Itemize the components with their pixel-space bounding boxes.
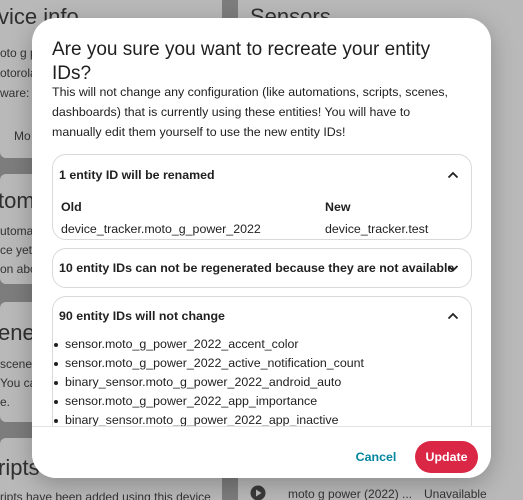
unchanged-panel-header[interactable]: 90 entity IDs will not change xyxy=(59,304,465,328)
scenes-line: You ca xyxy=(0,376,37,390)
new-column-header: New xyxy=(325,200,351,214)
chevron-up-icon[interactable] xyxy=(445,308,461,324)
chevron-up-icon[interactable] xyxy=(445,167,461,183)
list-item: binary_sensor.moto_g_power_2022_android_… xyxy=(54,373,459,392)
chevron-down-icon[interactable] xyxy=(445,260,461,276)
old-column-header: Old xyxy=(61,200,82,214)
dialog-title: Are you sure you want to recreate your e… xyxy=(52,39,431,84)
new-entity-id: device_tracker.test xyxy=(325,222,429,236)
cancel-button[interactable]: Cancel xyxy=(342,441,410,473)
entity-row-state: Unavailable xyxy=(424,487,487,500)
dialog-content[interactable]: This will not change any configuration (… xyxy=(52,82,472,440)
renamed-panel: 1 entity ID will be renamed Old New devi… xyxy=(52,154,472,240)
unavailable-panel-header[interactable]: 10 entity IDs can not be regenerated bec… xyxy=(59,256,465,280)
renamed-panel-header[interactable]: 1 entity ID will be renamed xyxy=(59,163,465,187)
list-item: sensor.moto_g_power_2022_accent_color xyxy=(54,335,459,354)
unchanged-entity-list: sensor.moto_g_power_2022_accent_color se… xyxy=(54,335,459,430)
play-circle-icon xyxy=(250,485,266,500)
unchanged-panel-title: 90 entity IDs will not change xyxy=(59,309,225,323)
dialog-description: This will not change any configuration (… xyxy=(52,85,449,139)
old-entity-id: device_tracker.moto_g_power_2022 xyxy=(61,222,261,236)
automations-line: ce yet. xyxy=(0,243,36,257)
list-item: sensor.moto_g_power_2022_app_importance xyxy=(54,392,459,411)
dialog-actions: Cancel Update xyxy=(32,426,491,478)
unchanged-panel: 90 entity IDs will not change sensor.mot… xyxy=(52,296,472,440)
scenes-line: e. xyxy=(0,395,11,409)
entity-row-name[interactable]: moto g power (2022) ... xyxy=(288,487,412,500)
automations-title: tom xyxy=(0,188,35,213)
update-button[interactable]: Update xyxy=(415,441,478,473)
unavailable-panel: 10 entity IDs can not be regenerated bec… xyxy=(52,248,472,288)
scripts-line: ripts have been added using this device xyxy=(0,490,211,500)
unavailable-panel-title: 10 entity IDs can not be regenerated bec… xyxy=(59,261,455,275)
list-item: sensor.moto_g_power_2022_active_notifica… xyxy=(54,354,459,373)
device-info-button[interactable]: Mo xyxy=(14,129,31,143)
renamed-panel-title: 1 entity ID will be renamed xyxy=(59,168,215,182)
recreate-entity-ids-dialog: Are you sure you want to recreate your e… xyxy=(32,18,491,478)
